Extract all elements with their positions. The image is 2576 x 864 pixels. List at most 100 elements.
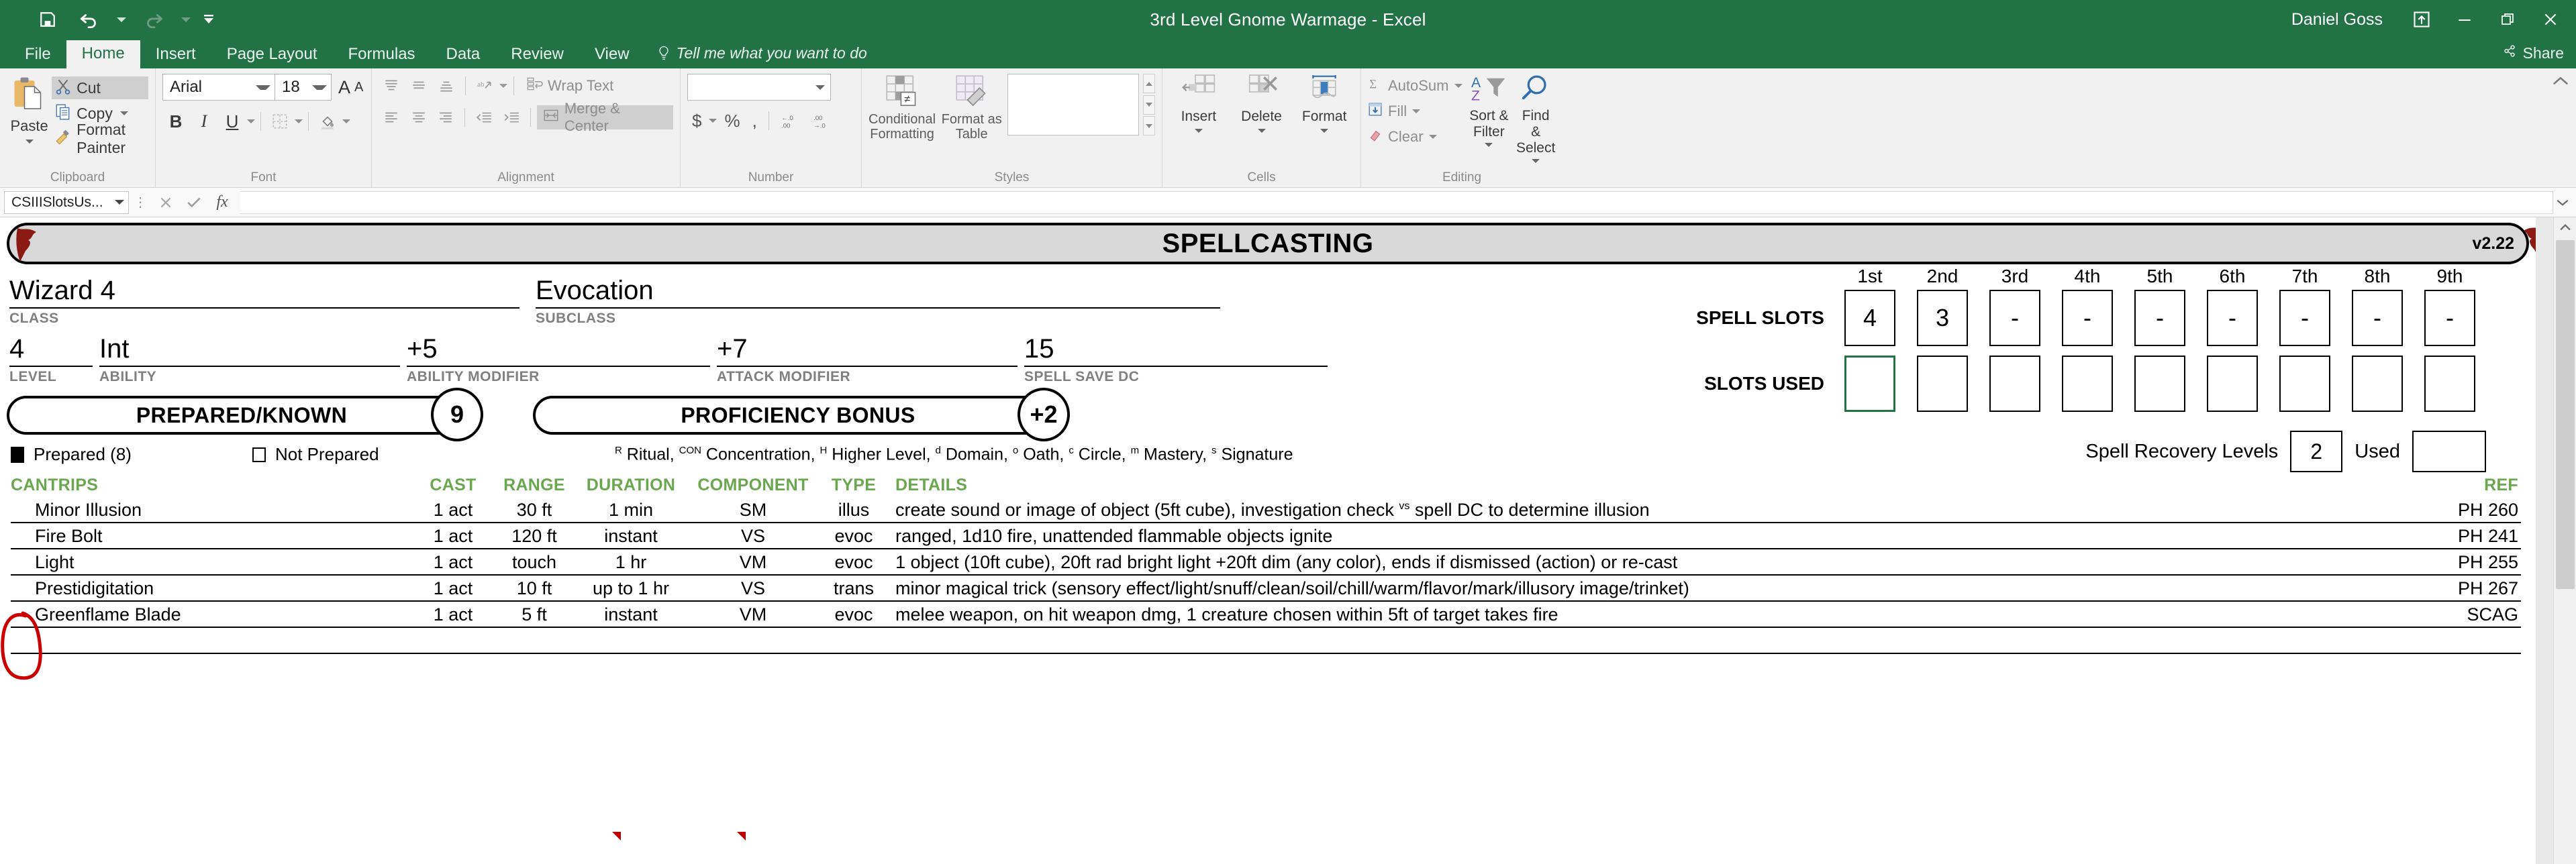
maximize-restore-icon[interactable] (2486, 0, 2529, 39)
subclass-field[interactable]: Evocation SUBCLASS (536, 275, 1220, 327)
font-size-select[interactable]: 18 (275, 74, 332, 101)
increase-font-size-icon[interactable]: A (338, 77, 350, 98)
expand-formula-bar-icon[interactable] (2553, 191, 2572, 214)
find-and-select-button[interactable]: Find & Select (1516, 74, 1556, 163)
conditional-formatting-button[interactable]: ≠ Conditional Formatting (869, 74, 936, 142)
accounting-dropdown-icon[interactable] (709, 119, 717, 123)
spell-slots-cell-4[interactable]: - (2062, 290, 2113, 346)
number-format-chevron-down-icon[interactable] (815, 85, 825, 90)
spell-save-dc-field[interactable]: 15 SPELL SAVE DC (1024, 333, 1328, 385)
delete-cells-dropdown-icon[interactable] (1258, 129, 1266, 133)
name-box-chevron-down-icon[interactable] (115, 200, 124, 205)
spell-slots-cell-5[interactable]: - (2134, 290, 2185, 346)
formula-bar-grip[interactable]: ⋮ (129, 194, 152, 211)
italic-button[interactable]: I (191, 109, 217, 134)
table-row[interactable]: Prestidigitation 1 act 10 ft up to 1 hr … (11, 576, 2521, 602)
attack-modifier-field[interactable]: +7 ATTACK MODIFIER (717, 333, 1018, 385)
wrap-text-button[interactable]: Wrap Text (520, 74, 619, 98)
tell-me-search[interactable]: Tell me what you want to do (645, 40, 874, 68)
slots-used-cell-6[interactable] (2207, 356, 2258, 412)
clear-button[interactable]: Clear (1368, 125, 1463, 149)
number-format-select[interactable] (687, 74, 831, 101)
ability-field[interactable]: Int ABILITY (99, 333, 400, 385)
slots-used-cell-4[interactable] (2062, 356, 2113, 412)
gallery-more-icon[interactable] (1143, 116, 1155, 136)
orientation-dropdown-icon[interactable] (499, 84, 507, 88)
decrease-indent-icon[interactable] (471, 105, 497, 129)
gallery-scroll-up-icon[interactable] (1143, 74, 1155, 93)
borders-dropdown-icon[interactable] (295, 119, 303, 123)
insert-cells-dropdown-icon[interactable] (1195, 129, 1203, 133)
slots-used-cell-5[interactable] (2134, 356, 2185, 412)
table-row[interactable]: Fire Bolt 1 act 120 ft instant VS evoc r… (11, 523, 2521, 549)
underline-button[interactable]: U (219, 109, 246, 134)
slots-used-cell-3[interactable] (1989, 356, 2040, 412)
fill-dropdown-icon[interactable] (1412, 109, 1420, 113)
font-size-chevron-down-icon[interactable] (312, 85, 327, 90)
collapse-ribbon-icon[interactable] (2552, 74, 2569, 92)
font-family-chevron-down-icon[interactable] (256, 85, 270, 90)
autosum-button[interactable]: Σ AutoSum (1368, 74, 1463, 98)
fill-color-icon[interactable] (314, 109, 341, 134)
confirm-entry-icon[interactable] (180, 191, 208, 214)
class-field[interactable]: Wizard 4 CLASS (9, 275, 519, 327)
merge-and-center-button[interactable]: Merge & Center (537, 105, 673, 129)
accounting-format-button[interactable]: $ (687, 109, 706, 133)
cancel-entry-icon[interactable] (152, 191, 180, 214)
vertical-scroll-thumb[interactable] (2556, 240, 2575, 589)
align-center-icon[interactable] (406, 105, 432, 129)
format-as-table-button[interactable]: Format as Table (940, 74, 1003, 142)
table-row[interactable]: Greenflame Blade 1 act 5 ft instant VM e… (11, 602, 2521, 628)
borders-icon[interactable] (266, 109, 293, 134)
insert-function-icon[interactable]: fx (208, 191, 236, 214)
cell-styles-gallery-scroll[interactable] (1143, 74, 1155, 136)
align-right-icon[interactable] (434, 105, 459, 129)
prepared-known-value[interactable]: 9 (431, 388, 483, 441)
sort-filter-dropdown-icon[interactable] (1485, 143, 1493, 147)
format-cells-dropdown-icon[interactable] (1320, 129, 1328, 133)
cell-styles-gallery[interactable] (1007, 74, 1139, 136)
spell-recovery-used-value[interactable] (2412, 431, 2486, 472)
level-field[interactable]: 4 LEVEL (9, 333, 93, 385)
vertical-scrollbar[interactable] (2553, 217, 2576, 864)
align-middle-icon[interactable] (406, 74, 432, 98)
name-box[interactable]: CSIIISlotsUs... (4, 191, 129, 214)
increase-indent-icon[interactable] (499, 105, 524, 129)
spell-slots-cell-6[interactable]: - (2207, 290, 2258, 346)
undo-dropdown-icon[interactable] (110, 0, 133, 39)
sort-and-filter-button[interactable]: AZ Sort & Filter (1469, 74, 1509, 147)
redo-icon[interactable] (133, 0, 175, 39)
slots-used-cell-2[interactable] (1917, 356, 1968, 412)
align-bottom-icon[interactable] (434, 74, 459, 98)
user-account-name[interactable]: Daniel Goss (2291, 10, 2383, 30)
tab-review[interactable]: Review (495, 42, 579, 68)
spell-slots-cell-1[interactable]: 4 (1844, 290, 1895, 346)
spell-slots-cell-9[interactable]: - (2424, 290, 2475, 346)
clear-dropdown-icon[interactable] (1429, 135, 1437, 139)
insert-cells-button[interactable]: Insert (1169, 74, 1228, 133)
paste-dropdown-icon[interactable] (26, 140, 34, 144)
minimize-icon[interactable] (2443, 0, 2486, 39)
tab-view[interactable]: View (579, 42, 645, 68)
spell-slots-cell-3[interactable]: - (1989, 290, 2040, 346)
table-row[interactable]: Light 1 act touch 1 hr VM evoc 1 object … (11, 549, 2521, 576)
undo-icon[interactable] (68, 0, 110, 39)
autosum-dropdown-icon[interactable] (1454, 84, 1463, 88)
spell-slots-cell-8[interactable]: - (2352, 290, 2403, 346)
proficiency-bonus-value[interactable]: +2 (1018, 388, 1070, 441)
tab-data[interactable]: Data (431, 42, 496, 68)
font-family-select[interactable]: Arial (162, 74, 275, 101)
align-left-icon[interactable] (379, 105, 404, 129)
spell-slots-cell-7[interactable]: - (2279, 290, 2330, 346)
slots-used-cell-1[interactable] (1844, 356, 1895, 412)
spell-slots-cell-2[interactable]: 3 (1917, 290, 1968, 346)
slots-used-cell-7[interactable] (2279, 356, 2330, 412)
share-button[interactable]: Share (2502, 44, 2576, 68)
bold-button[interactable]: B (162, 109, 189, 134)
find-select-dropdown-icon[interactable] (1532, 159, 1540, 163)
tab-home[interactable]: Home (66, 40, 140, 68)
slots-used-cell-9[interactable] (2424, 356, 2475, 412)
tab-file[interactable]: File (9, 42, 66, 68)
table-row[interactable]: Minor Illusion 1 act 30 ft 1 min SM illu… (11, 497, 2521, 523)
comma-format-button[interactable]: , (748, 109, 762, 133)
